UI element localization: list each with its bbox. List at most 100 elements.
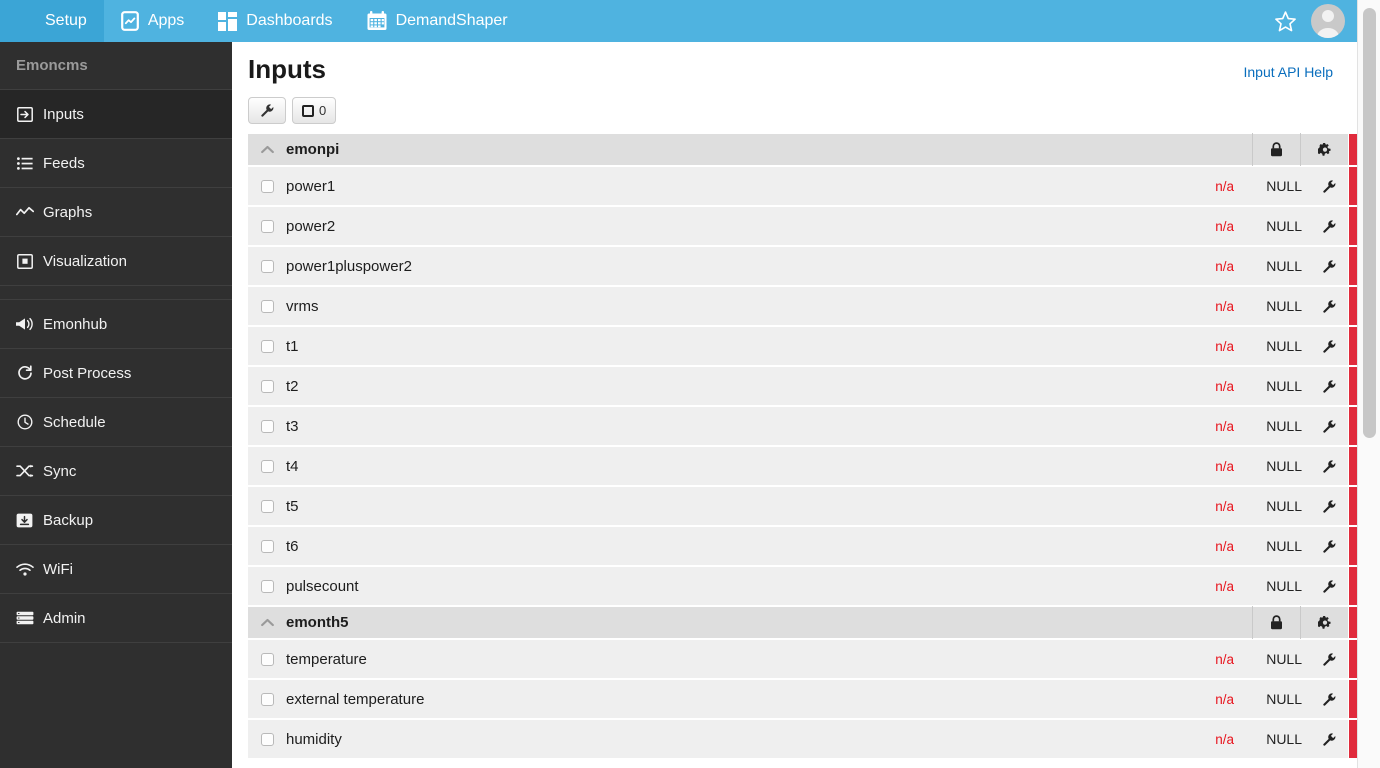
wrench-icon[interactable] (1310, 693, 1348, 706)
row-checkbox[interactable] (260, 732, 274, 746)
scrollbar-thumb[interactable] (1363, 8, 1376, 438)
star-outline-icon[interactable] (1274, 10, 1297, 33)
nav-item-dashboards[interactable]: Dashboards (201, 0, 349, 42)
row-checkbox[interactable] (260, 259, 274, 273)
sidebar-item-schedule[interactable]: Schedule (0, 398, 232, 447)
wrench-icon[interactable] (1310, 580, 1348, 593)
table-row[interactable]: power1 n/a NULL (248, 167, 1357, 208)
row-checkbox[interactable] (260, 579, 274, 593)
sidebar-item-inputs[interactable]: Inputs (0, 90, 232, 139)
row-checkbox-cell (248, 732, 286, 746)
table-row[interactable]: t2 n/a NULL (248, 367, 1357, 408)
table-row[interactable]: t4 n/a NULL (248, 447, 1357, 488)
sidebar-item-admin[interactable]: Admin (0, 594, 232, 643)
wrench-icon[interactable] (1310, 420, 1348, 433)
input-updated: n/a (1215, 258, 1234, 274)
row-checkbox[interactable] (260, 379, 274, 393)
input-value: NULL (1266, 651, 1302, 668)
wrench-icon[interactable] (1310, 220, 1348, 233)
select-all-button[interactable]: 0 (292, 97, 337, 125)
table-row[interactable]: t5 n/a NULL (248, 487, 1357, 528)
sidebar-item-graphs[interactable]: Graphs (0, 188, 232, 237)
padlock-icon[interactable] (1252, 133, 1300, 167)
nav-item-apps[interactable]: Apps (104, 0, 201, 42)
sidebar-item-post-process[interactable]: Post Process (0, 349, 232, 398)
input-name: t4 (286, 457, 299, 475)
nav-item-setup[interactable]: Setup (0, 0, 104, 42)
wrench-icon[interactable] (1310, 653, 1348, 666)
selected-count: 0 (319, 103, 327, 119)
row-checkbox-cell (248, 419, 286, 433)
input-arrow-icon (15, 106, 34, 122)
table-row[interactable]: power1pluspower2 n/a NULL (248, 247, 1357, 288)
sidebar-item-visualization[interactable]: Visualization (0, 237, 232, 286)
input-value: NULL (1266, 458, 1302, 475)
row-checkbox[interactable] (260, 219, 274, 233)
wrench-icon[interactable] (1310, 300, 1348, 313)
table-row[interactable]: temperature n/a NULL (248, 640, 1357, 681)
table-row[interactable]: t6 n/a NULL (248, 527, 1357, 568)
sidebar-item-sync[interactable]: Sync (0, 447, 232, 496)
row-checkbox[interactable] (260, 692, 274, 706)
input-group-header[interactable]: emonth5 (248, 606, 1357, 641)
wrench-icon[interactable] (1310, 340, 1348, 353)
wrench-icon[interactable] (1310, 180, 1348, 193)
input-updated: n/a (1215, 378, 1234, 394)
input-value: NULL (1266, 498, 1302, 515)
wrench-icon[interactable] (1310, 540, 1348, 553)
wrench-icon[interactable] (1310, 260, 1348, 273)
sidebar-item-schedule-label: Schedule (43, 413, 106, 431)
table-row[interactable]: humidity n/a NULL (248, 720, 1357, 761)
row-checkbox[interactable] (260, 299, 274, 313)
nav-item-demandshaper[interactable]: DemandShaper (350, 0, 525, 42)
sidebar-item-feeds[interactable]: Feeds (0, 139, 232, 188)
wrench-icon[interactable] (1310, 380, 1348, 393)
sidebar-item-wifi[interactable]: WiFi (0, 545, 232, 594)
input-group-name: emonpi (286, 141, 340, 159)
gear-icon[interactable] (1300, 606, 1348, 640)
input-name: t1 (286, 337, 299, 355)
table-row[interactable]: t3 n/a NULL (248, 407, 1357, 448)
chevron-up-icon[interactable] (248, 145, 286, 154)
row-checkbox[interactable] (260, 539, 274, 553)
row-checkbox[interactable] (260, 499, 274, 513)
input-value: NULL (1266, 731, 1302, 748)
table-row[interactable]: vrms n/a NULL (248, 287, 1357, 328)
sidebar-item-emonhub[interactable]: Emonhub (0, 300, 232, 349)
input-value: NULL (1266, 338, 1302, 355)
row-checkbox[interactable] (260, 652, 274, 666)
page-scrollbar[interactable] (1357, 0, 1380, 768)
status-bar (1349, 247, 1357, 286)
wifi-icon (15, 562, 34, 576)
user-avatar-icon[interactable] (1311, 4, 1345, 38)
input-updated: n/a (1215, 578, 1234, 594)
status-bar (1349, 207, 1357, 246)
input-name: external temperature (286, 690, 425, 708)
row-checkbox[interactable] (260, 179, 274, 193)
row-checkbox-cell (248, 499, 286, 513)
sidebar-item-backup[interactable]: Backup (0, 496, 232, 545)
sidebar-item-admin-label: Admin (43, 609, 86, 627)
row-checkbox[interactable] (260, 459, 274, 473)
sidebar-item-graphs-label: Graphs (43, 203, 93, 221)
row-checkbox[interactable] (260, 419, 274, 433)
wrench-icon[interactable] (1310, 500, 1348, 513)
wrench-icon[interactable] (1310, 733, 1348, 746)
table-row[interactable]: power2 n/a NULL (248, 207, 1357, 248)
top-navbar: Setup Apps Dashboards DemandShaper (0, 0, 1357, 42)
wrench-icon[interactable] (1310, 460, 1348, 473)
row-checkbox[interactable] (260, 339, 274, 353)
input-value: NULL (1266, 538, 1302, 555)
gear-icon[interactable] (1300, 133, 1348, 167)
sidebar-item-post-process-label: Post Process (43, 364, 132, 382)
chevron-up-icon[interactable] (248, 618, 286, 627)
table-row[interactable]: pulsecount n/a NULL (248, 567, 1357, 608)
configure-inputs-button[interactable] (248, 97, 286, 125)
input-api-help-link[interactable]: Input API Help (1243, 54, 1333, 80)
row-checkbox-cell (248, 539, 286, 553)
padlock-icon[interactable] (1252, 606, 1300, 640)
input-group-header[interactable]: emonpi (248, 133, 1357, 168)
table-row[interactable]: t1 n/a NULL (248, 327, 1357, 368)
table-row[interactable]: external temperature n/a NULL (248, 680, 1357, 721)
nav-item-apps-label: Apps (147, 11, 185, 29)
